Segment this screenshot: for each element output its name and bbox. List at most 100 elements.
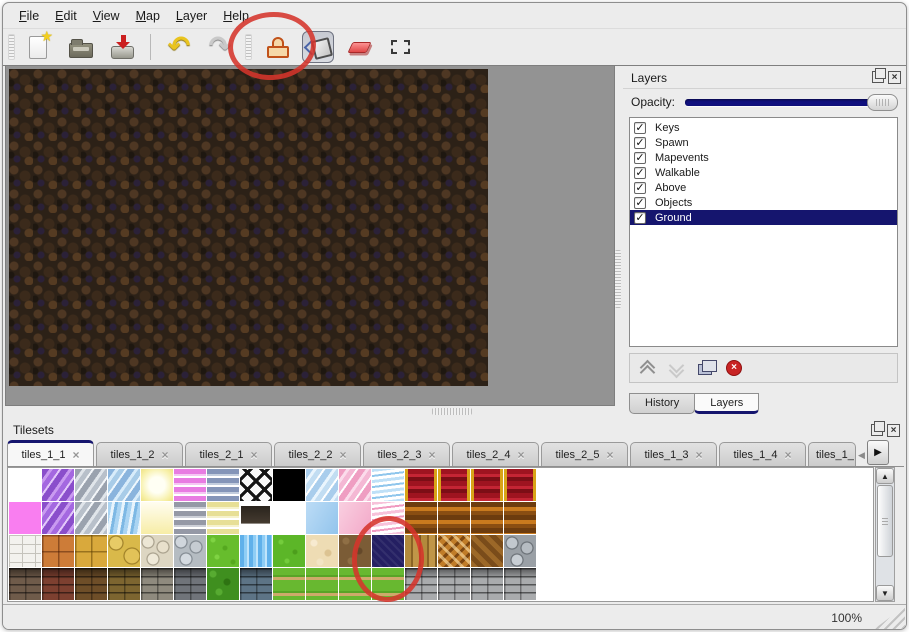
palette-tile-brick-gray[interactable] <box>471 568 503 600</box>
palette-tile-dirt[interactable] <box>339 535 371 567</box>
palette-tile-tiles-orange[interactable] <box>42 535 74 567</box>
toolbar-grip[interactable] <box>8 34 15 60</box>
layer-visibility-checkbox[interactable] <box>634 182 646 194</box>
palette-tile-wall-brown2[interactable] <box>75 568 107 600</box>
close-tab-icon[interactable]: × <box>340 448 347 462</box>
palette-tile-stone-yellow[interactable] <box>108 535 140 567</box>
layer-visibility-checkbox[interactable] <box>634 167 646 179</box>
palette-tile-wall-gray[interactable] <box>174 568 206 600</box>
palette-scrollbar[interactable]: ▲ ▼ <box>875 467 895 602</box>
palette-tile-stripes-orange[interactable] <box>438 502 470 534</box>
palette-tile-curtain-red[interactable] <box>438 469 470 501</box>
palette-tile-wall-blue[interactable] <box>240 568 272 600</box>
palette-tile-stone-white[interactable] <box>9 535 41 567</box>
fill-tool-button[interactable] <box>302 31 334 63</box>
palette-tile-sand[interactable] <box>306 535 338 567</box>
scroll-left-icon[interactable]: ◀ <box>856 447 867 463</box>
palette-tile-blank[interactable] <box>9 469 41 501</box>
palette-tile-stripes-orange[interactable] <box>504 502 536 534</box>
palette-tile-glass-blue2[interactable] <box>306 469 338 501</box>
redo-button[interactable] <box>204 31 236 63</box>
close-tab-icon[interactable]: × <box>251 448 258 462</box>
palette-tile-wall-gold[interactable] <box>108 568 140 600</box>
menu-view[interactable]: View <box>85 6 128 26</box>
close-tab-icon[interactable]: × <box>162 448 169 462</box>
tileset-tab-tiles_1_4[interactable]: tiles_1_4× <box>719 442 806 466</box>
layer-row-objects[interactable]: Objects <box>630 195 897 210</box>
close-panel-icon[interactable] <box>888 71 901 84</box>
palette-tile-blank[interactable] <box>273 502 305 534</box>
delete-layer-button[interactable] <box>726 360 742 376</box>
new-map-button[interactable] <box>24 31 56 63</box>
layer-row-keys[interactable]: Keys <box>630 120 897 135</box>
close-tab-icon[interactable]: × <box>785 448 792 462</box>
palette-tile-stripes-gray[interactable] <box>174 502 206 534</box>
map-canvas[interactable] <box>9 69 488 386</box>
tileset-tab-tiles_1[interactable]: tiles_1_ <box>808 442 856 466</box>
tileset-tab-tiles_2_4[interactable]: tiles_2_4× <box>452 442 539 466</box>
palette-tile-brick-gray[interactable] <box>405 568 437 600</box>
close-tab-icon[interactable]: × <box>518 448 525 462</box>
menu-help[interactable]: Help <box>215 6 257 26</box>
vertical-splitter-grip[interactable] <box>615 250 621 308</box>
palette-tile-wall-cobble[interactable] <box>141 568 173 600</box>
close-panel-icon[interactable] <box>887 424 900 437</box>
layer-row-above[interactable]: Above <box>630 180 897 195</box>
layer-row-ground[interactable]: Ground <box>630 210 897 225</box>
palette-tile-grass-flowers[interactable] <box>306 568 338 600</box>
palette-tile-lattice[interactable] <box>240 469 272 501</box>
palette-tile-hedge[interactable] <box>207 568 239 600</box>
window-resize-grip[interactable] <box>873 606 905 630</box>
tileset-tab-tiles_2_1[interactable]: tiles_2_1× <box>185 442 272 466</box>
duplicate-layer-button[interactable] <box>698 364 712 375</box>
palette-tile-black[interactable] <box>273 469 305 501</box>
palette-tile-blue-light[interactable] <box>306 502 338 534</box>
palette-tile-pale-yellow[interactable] <box>141 502 173 534</box>
palette-tile-wall-brown[interactable] <box>9 568 41 600</box>
palette-tile-curtain-red[interactable] <box>405 469 437 501</box>
layer-visibility-checkbox[interactable] <box>634 152 646 164</box>
palette-tile-stripes-pink[interactable] <box>174 469 206 501</box>
close-tab-icon[interactable]: × <box>696 448 703 462</box>
palette-tile-grass-flowers[interactable] <box>339 568 371 600</box>
palette-tile-tiles-gold[interactable] <box>75 535 107 567</box>
palette-tile-cobble-gray[interactable] <box>174 535 206 567</box>
palette-tile-grass-flowers[interactable] <box>372 568 404 600</box>
palette-tile-stones-gray[interactable] <box>504 535 536 567</box>
horizontal-splitter-grip[interactable] <box>432 408 472 415</box>
map-viewport[interactable] <box>5 65 615 406</box>
tileset-tab-tiles_1_2[interactable]: tiles_1_2× <box>96 442 183 466</box>
lower-layer-button[interactable] <box>669 361 684 376</box>
palette-tile-stripes-slate[interactable] <box>207 469 239 501</box>
layer-row-walkable[interactable]: Walkable <box>630 165 897 180</box>
tileset-tab-tiles_1_1[interactable]: tiles_1_1× <box>7 440 94 466</box>
palette-tile-stripes-orange[interactable] <box>405 502 437 534</box>
close-tab-icon[interactable]: × <box>73 448 80 462</box>
layer-visibility-checkbox[interactable] <box>634 122 646 134</box>
palette-tile-brick-gray[interactable] <box>504 568 536 600</box>
close-tab-icon[interactable]: × <box>607 448 614 462</box>
tileset-tab-tiles_2_5[interactable]: tiles_2_5× <box>541 442 628 466</box>
close-tab-icon[interactable]: × <box>429 448 436 462</box>
open-map-button[interactable] <box>65 31 97 63</box>
menu-layer[interactable]: Layer <box>168 6 215 26</box>
palette-tile-water-blue[interactable] <box>240 535 272 567</box>
layer-visibility-checkbox[interactable] <box>634 137 646 149</box>
palette-tile-glass-gray[interactable] <box>75 469 107 501</box>
palette-tile-curtain-red[interactable] <box>504 469 536 501</box>
palette-tile-cobble-beige[interactable] <box>141 535 173 567</box>
palette-tile-herringbone[interactable] <box>471 535 503 567</box>
palette-tile-grass[interactable] <box>207 535 239 567</box>
scroll-right-icon[interactable]: ▶ <box>867 440 889 465</box>
raise-layer-button[interactable] <box>640 361 655 376</box>
menu-map[interactable]: Map <box>128 6 168 26</box>
scrollbar-thumb[interactable] <box>877 485 893 557</box>
stamp-tool-button[interactable] <box>261 31 293 63</box>
palette-tile-glass-purple[interactable] <box>42 469 74 501</box>
opacity-slider-track[interactable] <box>685 99 896 106</box>
select-tool-button[interactable] <box>384 31 416 63</box>
layer-visibility-checkbox[interactable] <box>634 212 646 224</box>
palette-tile-basket-weave[interactable] <box>438 535 470 567</box>
tileset-tab-tiles_1_3[interactable]: tiles_1_3× <box>630 442 717 466</box>
opacity-slider[interactable] <box>685 94 898 111</box>
